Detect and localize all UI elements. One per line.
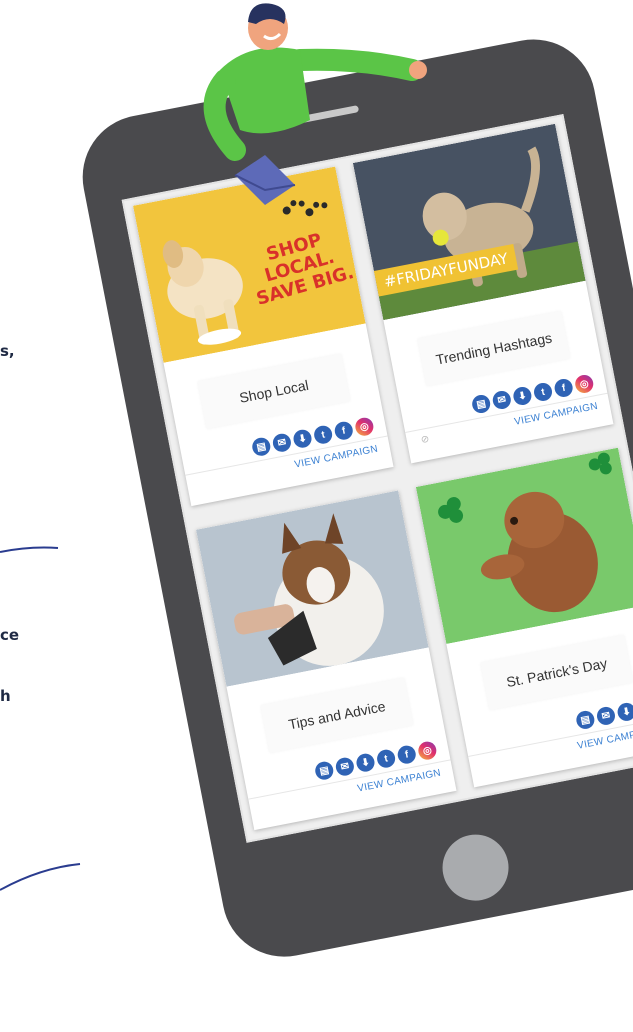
campaign-title: Trending Hashtags (417, 311, 571, 387)
newsletter-icon[interactable]: ▤ (250, 436, 272, 458)
side-text-line-3: h (0, 687, 11, 705)
instagram-icon[interactable]: ◎ (353, 416, 375, 438)
view-campaign-link[interactable]: VIEW CAMPAIGN (357, 768, 442, 795)
tablet-home-button[interactable] (436, 828, 515, 907)
email-icon[interactable]: ✉ (595, 705, 617, 727)
facebook-icon[interactable]: f (333, 420, 355, 442)
email-icon[interactable]: ✉ (334, 756, 356, 778)
download-icon[interactable]: ⬇ (291, 428, 314, 450)
hidden-eye-icon[interactable]: ⊘ (420, 433, 435, 446)
download-icon[interactable]: ⬇ (354, 752, 377, 774)
instagram-icon[interactable]: ◎ (573, 373, 595, 395)
decorative-stroke-2 (0, 863, 81, 891)
side-text-line-2: ce (0, 626, 20, 644)
campaign-image-st-patricks-day (415, 447, 633, 645)
newsletter-icon[interactable]: ▤ (470, 393, 492, 415)
download-icon[interactable]: ⬇ (511, 385, 533, 407)
campaign-card-st-patricks-day[interactable]: St. Patrick's Day ▤ ✉ ⬇ t VIEW CAMPAIGN (415, 447, 633, 788)
campaign-card-tips-and-advice[interactable]: Tips and Advice ▤ ✉ ⬇ t f ◎ VIEW CAMPAIG… (195, 490, 457, 831)
twitter-icon[interactable]: t (312, 424, 334, 446)
email-icon[interactable]: ✉ (271, 432, 293, 454)
decorative-stroke-1 (0, 546, 59, 553)
newsletter-icon[interactable]: ▤ (313, 760, 335, 782)
campaign-image-tips-and-advice (195, 490, 429, 687)
newsletter-icon[interactable]: ▤ (574, 709, 596, 731)
campaign-title: St. Patrick's Day (480, 635, 633, 710)
envelope-icon (234, 155, 296, 205)
instagram-icon[interactable]: ◎ (416, 740, 438, 762)
view-campaign-link[interactable]: VIEW CAMPAIGN (294, 444, 379, 471)
side-text-line-1: s, (0, 342, 15, 360)
twitter-icon[interactable]: t (375, 748, 397, 770)
download-icon[interactable]: ⬇ (616, 701, 633, 723)
facebook-icon[interactable]: f (553, 377, 575, 399)
campaign-card-shop-local[interactable]: SHOP LOCAL. SAVE BIG. Shop Local ▤ ✉ ⬇ t… (132, 166, 394, 507)
email-icon[interactable]: ✉ (491, 389, 513, 411)
person-illustration (203, 3, 427, 205)
campaign-title: Shop Local (197, 353, 351, 429)
view-campaign-link[interactable]: VIEW CAMPAIGN (513, 401, 598, 428)
tablet-screen: SHOP LOCAL. SAVE BIG. Shop Local ▤ ✉ ⬇ t… (121, 113, 633, 843)
campaign-title: Tips and Advice (260, 677, 414, 753)
twitter-icon[interactable]: t (532, 381, 554, 403)
facebook-icon[interactable]: f (396, 744, 418, 766)
